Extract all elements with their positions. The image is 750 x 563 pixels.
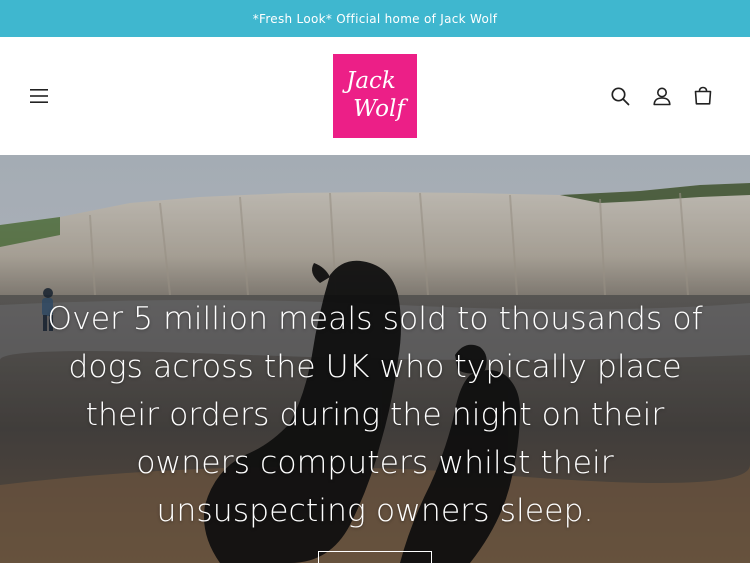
search-icon <box>611 87 630 106</box>
logo-line-2: Wolf <box>353 96 408 122</box>
account-icon <box>653 87 671 106</box>
site-header: Jack Wolf <box>0 37 750 155</box>
announcement-bar: *Fresh Look* Official home of Jack Wolf <box>0 0 750 37</box>
hero-cta-button[interactable] <box>318 551 432 563</box>
hero-banner: Over 5 million meals sold to thousands o… <box>0 155 750 563</box>
logo-wordmark: Jack Wolf <box>342 68 408 122</box>
hamburger-menu-icon <box>30 89 48 103</box>
logo-line-1: Jack <box>342 68 396 94</box>
account-button[interactable] <box>644 78 680 114</box>
hero-headline: Over 5 million meals sold to thousands o… <box>47 301 703 529</box>
menu-button[interactable] <box>21 78 57 114</box>
cart-button[interactable] <box>685 78 721 114</box>
announcement-text: *Fresh Look* Official home of Jack Wolf <box>252 11 498 26</box>
search-button[interactable] <box>602 78 638 114</box>
site-logo[interactable]: Jack Wolf <box>333 54 417 138</box>
cart-icon <box>694 86 712 105</box>
